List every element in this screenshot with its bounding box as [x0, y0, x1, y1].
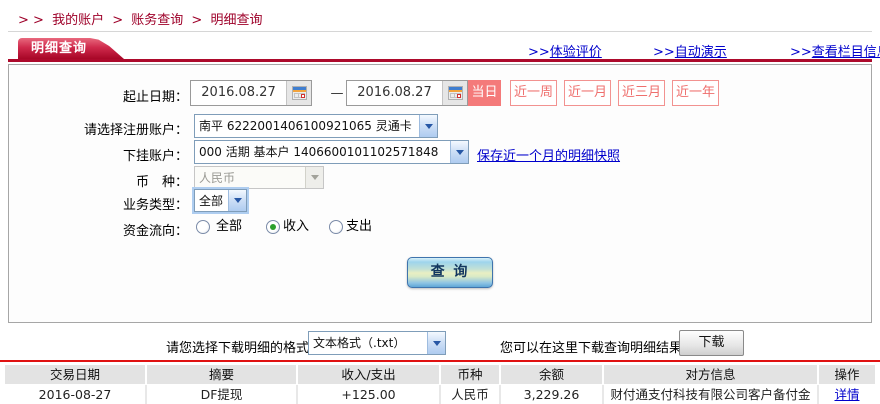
- auto-demo-link[interactable]: >>自动演示: [653, 41, 727, 60]
- currency-label: 币 种：: [135, 175, 188, 190]
- view-column-info-link[interactable]: >>查看栏目信息: [790, 41, 880, 60]
- experience-evaluation-link[interactable]: >>体验评价: [528, 41, 602, 60]
- cell-summary: DF提现: [147, 385, 296, 404]
- download-format-value: 文本格式（.txt）: [313, 336, 406, 350]
- sub-account-label: 下挂账户：: [122, 149, 188, 164]
- calendar-icon: [291, 86, 307, 100]
- header-balance: 余额: [501, 365, 602, 384]
- link-prefix: >>: [528, 45, 550, 60]
- breadcrumb: > > 我的账户 > 账务查询 > 明细查询: [18, 9, 266, 28]
- date-range-dash: —: [330, 86, 344, 101]
- cell-amount: +125.00: [298, 385, 439, 404]
- download-format-select[interactable]: 文本格式（.txt）: [308, 331, 446, 355]
- currency-value: 人民币: [199, 171, 236, 185]
- range-last-year-button[interactable]: 近一年: [672, 80, 719, 106]
- range-last-week-button[interactable]: 近一周: [510, 80, 557, 106]
- header-counterparty: 对方信息: [604, 365, 817, 384]
- chevron-down-icon: [305, 167, 323, 188]
- date-range-label: 起止日期：: [122, 90, 188, 105]
- save-snapshot-link[interactable]: 保存近一个月的明细快照: [477, 145, 620, 164]
- business-type-value: 全部: [199, 194, 224, 208]
- business-type-select[interactable]: 全部: [194, 189, 247, 212]
- range-last-3-months-button[interactable]: 近三月: [618, 80, 665, 106]
- cell-currency: 人民币: [441, 385, 499, 404]
- download-button[interactable]: 下载: [679, 330, 744, 356]
- table-header-row: 交易日期 摘要 收入/支出 币种 余额 对方信息 操作: [5, 365, 875, 384]
- header-income-expense: 收入/支出: [298, 365, 439, 384]
- chevron-down-icon[interactable]: [450, 141, 468, 163]
- date-from-value[interactable]: 2016.08.27: [191, 81, 286, 105]
- chevron-down-icon[interactable]: [228, 190, 246, 211]
- breadcrumb-divider: [8, 31, 872, 32]
- query-button[interactable]: 查 询: [407, 257, 493, 288]
- link-prefix: >>: [653, 45, 675, 60]
- tab-detail-query: 明细查询: [18, 38, 124, 59]
- register-account-value: 南平 6222001406100921065 灵通卡: [199, 119, 412, 133]
- link-label: 自动演示: [674, 45, 727, 60]
- date-to-value[interactable]: 2016.08.27: [347, 81, 442, 105]
- header-action: 操作: [819, 365, 875, 384]
- sub-account-select[interactable]: 000 活期 基本户 1406600101102571848: [194, 140, 469, 164]
- link-label: 体验评价: [549, 45, 602, 60]
- cell-counterparty: 财付通支付科技有限公司客户备付金: [604, 385, 817, 404]
- fund-flow-all-radio[interactable]: [196, 220, 210, 234]
- date-to-input[interactable]: 2016.08.27: [346, 80, 468, 106]
- currency-select: 人民币: [194, 166, 324, 189]
- calendar-picker-button[interactable]: [442, 81, 467, 105]
- breadcrumb-item-account-query[interactable]: 账务查询: [131, 13, 183, 28]
- detail-query-page: > > 我的账户 > 账务查询 > 明细查询 明细查询 >>体验评价 >>自动演…: [0, 0, 880, 404]
- fund-flow-income-label[interactable]: 收入: [283, 220, 309, 234]
- fund-flow-all-label[interactable]: 全部: [216, 220, 242, 234]
- link-label: 查看栏目信息: [811, 45, 880, 60]
- chevron-down-icon[interactable]: [427, 332, 445, 354]
- header-trade-date: 交易日期: [5, 365, 145, 384]
- date-from-input[interactable]: 2016.08.27: [190, 80, 312, 106]
- header-summary: 摘要: [147, 365, 296, 384]
- chevron-down-icon[interactable]: [419, 115, 437, 137]
- tab-underline: [8, 59, 872, 62]
- table-top-divider: [0, 360, 880, 362]
- range-today-button[interactable]: 当日: [468, 80, 501, 106]
- breadcrumb-separator: >: [191, 13, 203, 28]
- sub-account-value: 000 活期 基本户 1406600101102571848: [199, 145, 439, 159]
- detail-link[interactable]: 详情: [834, 387, 859, 402]
- calendar-icon: [447, 86, 463, 100]
- breadcrumb-separator: >: [112, 13, 124, 28]
- download-hint: 您可以在这里下载查询明细结果: [500, 341, 683, 356]
- register-account-select[interactable]: 南平 6222001406100921065 灵通卡: [194, 114, 438, 138]
- cell-trade-date: 2016-08-27: [5, 385, 145, 404]
- breadcrumb-prefix: > >: [18, 13, 44, 28]
- result-table: 交易日期 摘要 收入/支出 币种 余额 对方信息 操作 2016-08-27 D…: [5, 365, 875, 404]
- download-format-label: 请您选择下载明细的格式: [166, 341, 310, 356]
- cell-balance: 3,229.26: [501, 385, 602, 404]
- breadcrumb-item-my-account[interactable]: 我的账户: [52, 13, 104, 28]
- range-last-month-button[interactable]: 近一月: [564, 80, 611, 106]
- calendar-picker-button[interactable]: [286, 81, 311, 105]
- table-row: 2016-08-27 DF提现 +125.00 人民币 3,229.26 财付通…: [5, 385, 875, 404]
- fund-flow-expense-radio[interactable]: [329, 220, 343, 234]
- fund-flow-expense-label[interactable]: 支出: [346, 220, 372, 234]
- link-prefix: >>: [790, 45, 812, 60]
- header-currency: 币种: [441, 365, 499, 384]
- fund-flow-label: 资金流向：: [122, 224, 188, 239]
- fund-flow-income-radio[interactable]: [266, 220, 280, 234]
- breadcrumb-item-detail-query[interactable]: 明细查询: [210, 13, 262, 28]
- business-type-label: 业务类型：: [122, 198, 188, 213]
- register-account-label: 请选择注册账户：: [83, 123, 188, 138]
